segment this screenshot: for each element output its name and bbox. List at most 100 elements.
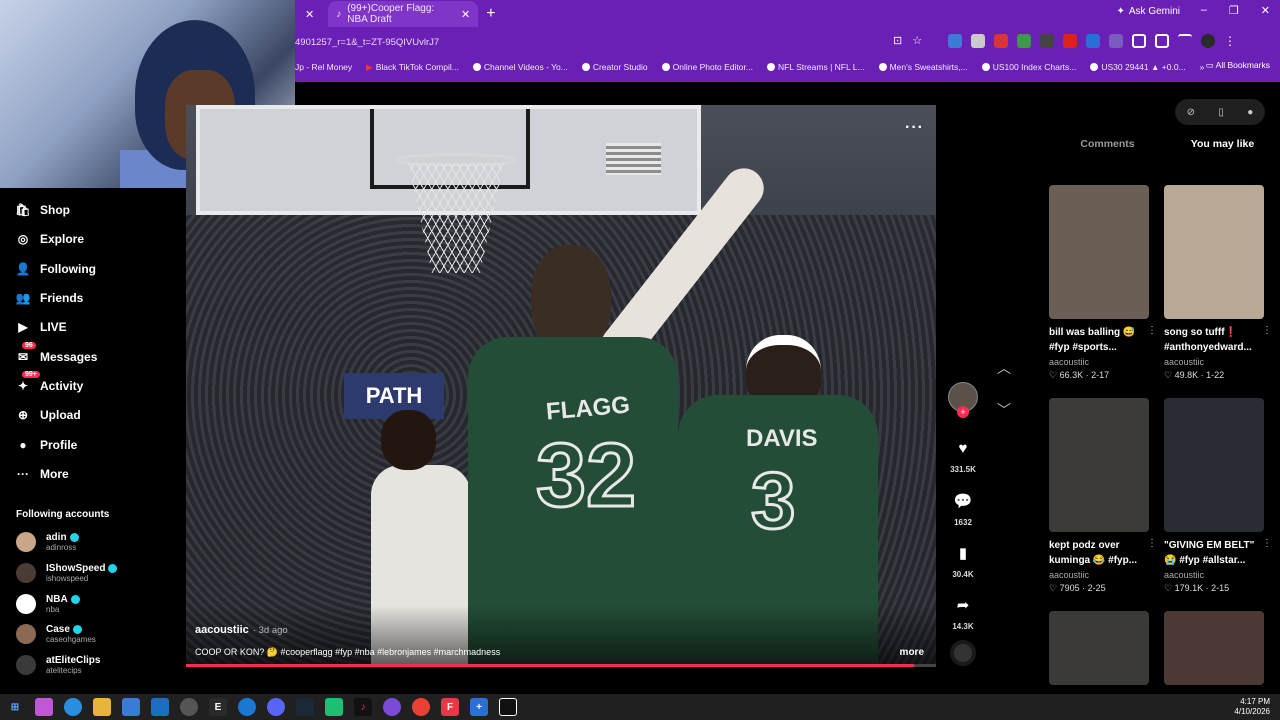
install-icon[interactable]: ⊡	[893, 34, 902, 47]
bookmark-item[interactable]: Jp - Rel Money	[295, 62, 352, 72]
app-icon[interactable]	[499, 698, 517, 716]
outlook-icon[interactable]	[151, 698, 169, 716]
video-caption: COOP OR KON? 🤔 #cooperflagg #fyp #nba #l…	[195, 647, 501, 657]
epic-games-icon[interactable]: E	[209, 698, 227, 716]
windows-start-icon[interactable]: ⊞	[6, 698, 24, 716]
extension-icon[interactable]	[971, 34, 985, 48]
sidebar-item-friends[interactable]: 👥 Friends	[16, 291, 84, 305]
extension-icon[interactable]	[1063, 34, 1077, 48]
recommended-video[interactable]: "GIVING EM BELT" 😭 #fyp #allstar... aaco…	[1164, 398, 1272, 594]
sidebar-item-explore[interactable]: ◎ Explore	[16, 232, 84, 246]
bookmark-item[interactable]: Men's Sweatshirts,...	[878, 62, 968, 72]
extension-icon[interactable]	[1109, 34, 1123, 48]
new-tab-button[interactable]: +	[486, 5, 495, 23]
bookmark-item[interactable]: Channel Videos - Yo...	[472, 62, 568, 72]
follow-button[interactable]: +	[957, 406, 969, 418]
extension-icon[interactable]	[994, 34, 1008, 48]
steam-alt-icon[interactable]	[180, 698, 198, 716]
menu-icon[interactable]	[1178, 34, 1192, 48]
following-account[interactable]: adin adinross	[16, 532, 79, 552]
extension-icon[interactable]	[1086, 34, 1100, 48]
app-icon[interactable]: F	[441, 698, 459, 716]
site-icon	[981, 63, 990, 71]
bookmark-item[interactable]: US30 29441 ▲ +0.0...	[1090, 62, 1186, 72]
copilot-icon[interactable]	[35, 698, 53, 716]
phone-icon[interactable]: ▯	[1218, 107, 1224, 118]
edge-icon[interactable]	[64, 698, 82, 716]
comment-button[interactable]: 💬 1632	[944, 492, 982, 527]
compass-icon[interactable]: ⊘	[1187, 107, 1195, 118]
recommended-video[interactable]	[1049, 611, 1151, 685]
following-account[interactable]: IShowSpeed ishowspeed	[16, 563, 118, 583]
like-button[interactable]: ♥ 331.5K	[944, 440, 982, 474]
more-options-icon[interactable]: ⋮	[1262, 538, 1272, 549]
kebab-menu-icon[interactable]: ⋮	[1224, 34, 1238, 48]
close-tab-icon[interactable]: ✕	[305, 8, 314, 21]
sidebar-item-upload[interactable]: ⊕ Upload	[16, 408, 81, 422]
more-options-icon[interactable]: ⋮	[1147, 538, 1157, 549]
tiktok-icon[interactable]: ♪	[354, 698, 372, 716]
more-options-icon[interactable]: ⋮	[1262, 325, 1272, 336]
sidepanel-icon[interactable]	[1155, 34, 1169, 48]
tab-active[interactable]: ♪ (99+)Cooper Flagg: NBA Draft ✕	[328, 1, 479, 27]
bookmark-item[interactable]: NFL Streams | NFL L...	[766, 62, 865, 72]
following-account[interactable]: Case caseohgames	[16, 624, 96, 644]
caption-more-button[interactable]: more	[900, 647, 924, 658]
bookmark-item[interactable]: Online Photo Editor...	[661, 62, 753, 72]
avatar	[16, 594, 36, 614]
sidebar-item-messages[interactable]: ✉ 96 Messages	[16, 342, 97, 364]
file-explorer-icon[interactable]	[93, 698, 111, 716]
extension-icon[interactable]	[1017, 34, 1031, 48]
sidebar-item-shop[interactable]: 🛍 Shop	[15, 203, 70, 217]
recommended-video[interactable]: song so tufff❗ #anthonyedward... aacoust…	[1164, 185, 1272, 381]
save-button[interactable]: ▮ 30.4K	[944, 544, 982, 579]
bookmark-item[interactable]: US100 Index Charts...	[981, 62, 1076, 72]
close-tab-icon[interactable]: ✕	[461, 8, 470, 21]
ask-gemini-button[interactable]: ✦ Ask Gemini	[1116, 6, 1180, 17]
app-icon[interactable]	[383, 698, 401, 716]
profile-avatar[interactable]	[1201, 34, 1215, 48]
recommended-video[interactable]	[1164, 611, 1266, 685]
profile-avatar[interactable]: ●	[1247, 107, 1253, 118]
bookmark-item[interactable]: ▶ Black TikTok Compil...	[366, 62, 459, 73]
chevron-down-icon[interactable]: ﹀	[997, 400, 1011, 420]
app-icon[interactable]	[238, 698, 256, 716]
bookmark-star-icon[interactable]: ☆	[912, 34, 922, 47]
sidebar-item-profile[interactable]: ● Profile	[16, 438, 77, 452]
sidebar-item-live[interactable]: ▶ LIVE	[16, 320, 66, 334]
avatar	[16, 532, 36, 552]
video-player[interactable]: PATH FLAGG 32 DAVIS 3 ··· aacoustiic · 3d…	[186, 105, 936, 665]
store-icon[interactable]	[122, 698, 140, 716]
sidebar-item-following[interactable]: 👤 Following	[16, 262, 96, 276]
tab-comments[interactable]: Comments	[1050, 138, 1165, 150]
more-options-icon[interactable]: ⋮	[1147, 325, 1157, 336]
bookmarks-overflow[interactable]: »	[1200, 62, 1205, 72]
steam-icon[interactable]	[296, 698, 314, 716]
all-bookmarks[interactable]: ▭ All Bookmarks	[1206, 60, 1270, 71]
chevron-up-icon[interactable]: ︿	[997, 358, 1011, 378]
system-clock[interactable]: 4:17 PM 4/10/2026	[1234, 697, 1270, 717]
following-account[interactable]: NBA nba	[16, 594, 80, 614]
address-bar[interactable]: 4901257_r=1&_t=ZT-95QIVUvlrJ7	[295, 32, 935, 52]
minimize-button[interactable]: –	[1201, 4, 1207, 17]
puzzle-icon[interactable]	[1132, 34, 1146, 48]
restore-button[interactable]: ❐	[1229, 4, 1239, 17]
music-disc-icon[interactable]	[950, 640, 976, 666]
capcut-icon[interactable]	[325, 698, 343, 716]
tab-you-may-like[interactable]: You may like	[1165, 138, 1280, 150]
close-window-button[interactable]: ✕	[1261, 4, 1270, 17]
following-account[interactable]: atEliteClips atelitecips	[16, 655, 100, 675]
app-icon[interactable]: +	[470, 698, 488, 716]
sidebar-item-activity[interactable]: ✦ 99+ Activity	[16, 371, 83, 393]
share-button[interactable]: ➦ 14.3K	[944, 596, 982, 631]
recommended-video[interactable]: kept podz over kuminga 😂 #fyp... aacoust…	[1049, 398, 1157, 594]
recommended-video[interactable]: bill was balling 😅 #fyp #sports... aacou…	[1049, 185, 1157, 381]
discord-icon[interactable]	[267, 698, 285, 716]
chrome-icon[interactable]	[412, 698, 430, 716]
video-author[interactable]: aacoustiic · 3d ago	[195, 624, 288, 636]
extension-icon[interactable]	[1040, 34, 1054, 48]
extension-icon[interactable]	[948, 34, 962, 48]
sidebar-item-more[interactable]: ··· More	[16, 467, 69, 481]
bookmark-item[interactable]: Creator Studio	[581, 62, 648, 72]
video-menu-icon[interactable]: ···	[905, 119, 924, 137]
